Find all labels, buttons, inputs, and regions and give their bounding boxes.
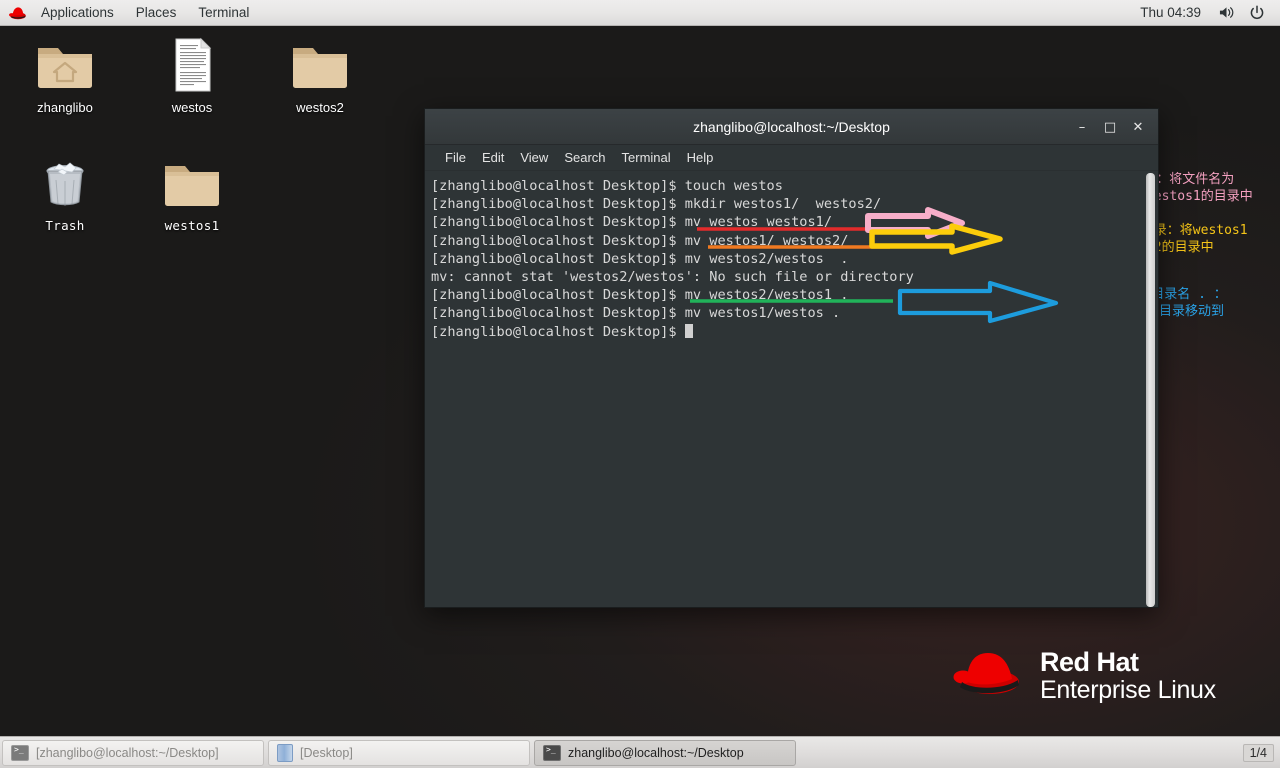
- terminal-icon: [543, 744, 561, 761]
- terminal-title: zhanglibo@localhost:~/Desktop: [693, 118, 890, 135]
- workspace-switcher[interactable]: 1/4: [1242, 743, 1274, 762]
- terminal-prompt: [zhanglibo@localhost Desktop]$: [431, 214, 685, 231]
- taskbar-item-terminal-1[interactable]: [zhanglibo@localhost:~/Desktop]: [2, 739, 264, 766]
- terminal-command-text: mv westos1/ westos2/: [684, 232, 849, 249]
- rhel-text-block: Red Hat Enterprise Linux: [1040, 648, 1216, 705]
- trash-icon: [36, 152, 94, 212]
- menu-view[interactable]: View: [512, 145, 556, 171]
- desktop-icon-zhanglibo[interactable]: zhanglibo: [17, 34, 113, 115]
- rhel-line-2: Enterprise Linux: [1040, 676, 1216, 704]
- clock[interactable]: Thu 04:39: [1130, 5, 1211, 20]
- rhel-line-1: Red Hat: [1040, 647, 1139, 677]
- terminal-body[interactable]: [zhanglibo@localhost Desktop]$ touch wes…: [425, 171, 1158, 607]
- menu-places[interactable]: Places: [125, 0, 188, 26]
- rhel-branding: Red Hat Enterprise Linux: [952, 648, 1216, 705]
- menu-search[interactable]: Search: [556, 145, 613, 171]
- desktop-icon-label: zhanglibo: [37, 100, 93, 115]
- terminal-prompt: [zhanglibo@localhost Desktop]$: [431, 178, 685, 194]
- taskbar-item-label: [Desktop]: [300, 745, 353, 760]
- minimize-button[interactable]: –: [1068, 113, 1096, 141]
- desktop-icon-westos1[interactable]: westos1: [144, 152, 240, 233]
- menu-terminal[interactable]: Terminal: [614, 145, 679, 171]
- terminal-scrollbar[interactable]: [1145, 171, 1156, 607]
- folder-icon: [161, 152, 223, 212]
- menu-applications[interactable]: Applications: [30, 0, 125, 26]
- home-folder-icon: [34, 34, 96, 94]
- terminal-command-line: [zhanglibo@localhost Desktop]$ mv westos…: [431, 250, 1158, 268]
- terminal-command-text: mv westos westos1/: [684, 214, 833, 231]
- redhat-logo-icon[interactable]: [0, 0, 30, 26]
- desktop-icon-label: westos1: [164, 218, 220, 233]
- menu-help[interactable]: Help: [679, 145, 722, 171]
- terminal-command-line: [zhanglibo@localhost Desktop]$ mv westos…: [431, 232, 1158, 250]
- terminal-command-line: [zhanglibo@localhost Desktop]$ touch wes…: [431, 177, 1158, 195]
- menu-file[interactable]: File: [437, 145, 474, 171]
- terminal-output: [zhanglibo@localhost Desktop]$ touch wes…: [429, 177, 1158, 341]
- scrollbar-thumb[interactable]: [1146, 173, 1155, 607]
- top-panel: Applications Places Terminal Thu 04:39: [0, 0, 1280, 26]
- desktop-icon-westos2[interactable]: westos2: [272, 34, 368, 115]
- terminal-menubar: File Edit View Search Terminal Help: [425, 145, 1158, 171]
- maximize-button[interactable]: □: [1096, 113, 1124, 141]
- terminal-command-line: [zhanglibo@localhost Desktop]$ mv westos…: [431, 286, 1158, 304]
- taskbar-item-file-manager[interactable]: [Desktop]: [268, 739, 530, 766]
- desktop-icon-westos[interactable]: westos: [144, 34, 240, 115]
- terminal-titlebar[interactable]: zhanglibo@localhost:~/Desktop – □ ✕: [425, 109, 1158, 145]
- top-panel-status-area: Thu 04:39: [1130, 4, 1280, 21]
- terminal-command-line: [zhanglibo@localhost Desktop]$ mv westos…: [431, 304, 1158, 322]
- terminal-prompt: [zhanglibo@localhost Desktop]$: [431, 287, 685, 304]
- folder-icon: [289, 34, 351, 94]
- taskbar: [zhanglibo@localhost:~/Desktop] [Desktop…: [0, 736, 1280, 768]
- terminal-prompt: [zhanglibo@localhost Desktop]$: [431, 232, 685, 249]
- terminal-window[interactable]: zhanglibo@localhost:~/Desktop – □ ✕ File…: [424, 108, 1159, 608]
- terminal-prompt: [zhanglibo@localhost Desktop]$: [431, 196, 685, 213]
- desktop-icon-label: Trash: [45, 218, 85, 233]
- terminal-prompt: [zhanglibo@localhost Desktop]$: [431, 305, 685, 322]
- terminal-icon: [11, 744, 29, 761]
- close-button[interactable]: ✕: [1124, 113, 1152, 141]
- taskbar-item-label: [zhanglibo@localhost:~/Desktop]: [36, 745, 219, 760]
- terminal-command-text: mkdir westos1/ westos2/: [684, 196, 882, 213]
- workspace-indicator[interactable]: 1/4: [1242, 743, 1274, 762]
- desktop-icon-label: westos: [171, 100, 213, 115]
- terminal-command-text: mv westos2/westos .: [684, 250, 849, 267]
- terminal-prompt: [zhanglibo@localhost Desktop]$: [431, 250, 685, 267]
- desktop-icon-label: westos2: [296, 100, 344, 115]
- power-icon[interactable]: [1242, 4, 1272, 21]
- terminal-cursor: [684, 323, 693, 338]
- volume-icon[interactable]: [1211, 5, 1242, 20]
- menu-terminal[interactable]: Terminal: [187, 0, 260, 26]
- terminal-output-line: mv: cannot stat 'westos2/westos': No suc…: [431, 269, 914, 286]
- window-buttons: – □ ✕: [1068, 109, 1152, 145]
- taskbar-item-terminal-2[interactable]: zhanglibo@localhost:~/Desktop: [534, 739, 796, 766]
- redhat-hat-icon: [952, 648, 1026, 705]
- desktop-icon-trash[interactable]: Trash: [17, 152, 113, 233]
- terminal-prompt: [zhanglibo@localhost Desktop]$: [431, 323, 685, 340]
- file-manager-icon: [277, 743, 293, 762]
- menu-edit[interactable]: Edit: [474, 145, 512, 171]
- terminal-command-text: mv westos2/westos1 .: [684, 287, 849, 304]
- terminal-command-line: [zhanglibo@localhost Desktop]$: [431, 323, 1158, 341]
- text-file-icon: [168, 34, 216, 94]
- terminal-command-line: [zhanglibo@localhost Desktop]$ mkdir wes…: [431, 195, 1158, 213]
- terminal-command-text: mv westos1/westos .: [684, 305, 841, 322]
- terminal-command-line: [zhanglibo@localhost Desktop]$ mv westos…: [431, 213, 1158, 231]
- terminal-command-text: touch westos: [684, 178, 783, 194]
- taskbar-item-label: zhanglibo@localhost:~/Desktop: [568, 745, 744, 760]
